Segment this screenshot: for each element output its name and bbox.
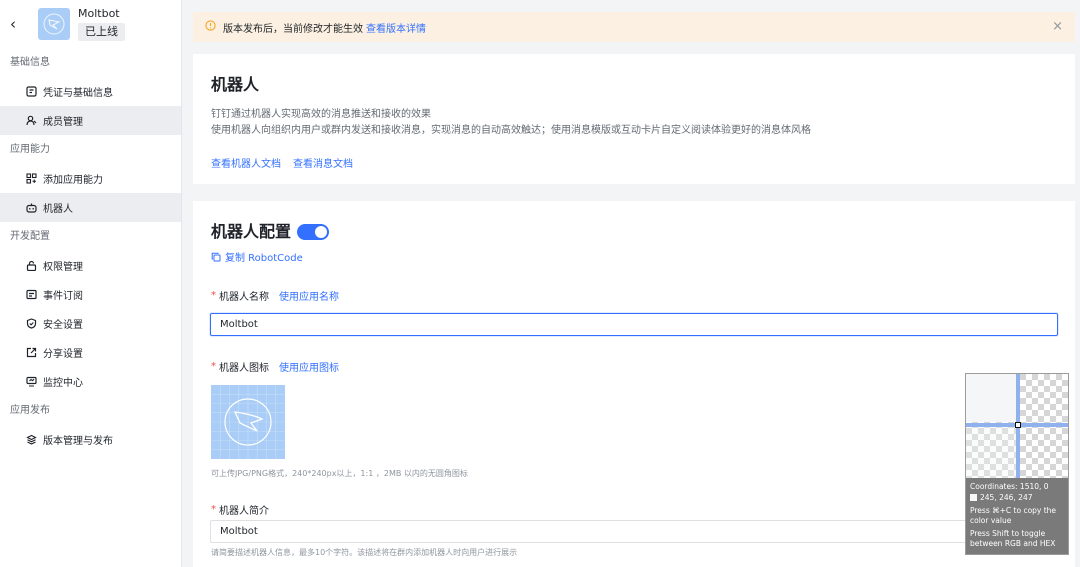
required-mark: *	[211, 290, 216, 301]
magnifier-sample-lower	[966, 426, 1018, 478]
picker-coordinates: Coordinates: 1510, 0	[970, 482, 1049, 491]
share-icon	[25, 347, 37, 359]
robot-name-label: 机器人名称	[219, 292, 269, 303]
app-name: Moltbot	[78, 7, 120, 20]
sidebar-item-label: 安全设置	[43, 320, 83, 331]
notice-text: 版本发布后，当前修改才能生效	[223, 23, 363, 35]
robot-name-label-row: * 机器人名称 使用应用名称	[211, 288, 339, 303]
sidebar-item-share[interactable]: 分享设置	[0, 338, 181, 367]
copy-icon	[211, 252, 221, 262]
sidebar-item-add-capability[interactable]: 添加应用能力	[0, 164, 181, 193]
robot-name-input[interactable]	[210, 313, 1058, 336]
sidebar-item-credentials[interactable]: 凭证与基础信息	[0, 77, 181, 106]
nav-section-dev: 开发配置	[10, 231, 50, 242]
robot-enable-toggle[interactable]	[297, 224, 330, 240]
robot-intro-input[interactable]	[210, 520, 1058, 543]
back-icon[interactable]: ‹	[10, 16, 26, 32]
sidebar-item-versions[interactable]: 版本管理与发布	[0, 425, 181, 454]
shield-icon	[25, 318, 37, 330]
nav-section-release: 应用发布	[10, 405, 50, 416]
app-header: ‹ Moltbot 已上线	[0, 0, 181, 48]
sidebar-item-permissions[interactable]: 权限管理	[0, 251, 181, 280]
member-icon	[25, 115, 37, 127]
color-swatch	[970, 494, 977, 501]
intro-desc-line-1: 钉钉通过机器人实现高效的消息推送和接收的效果	[211, 109, 431, 120]
sidebar-item-label: 成员管理	[43, 117, 83, 128]
monitor-icon	[25, 376, 37, 388]
nav-section-capabilities: 应用能力	[10, 144, 50, 155]
sidebar-item-security[interactable]: 安全设置	[0, 309, 181, 338]
sidebar-item-label: 事件订阅	[43, 291, 83, 302]
sidebar-item-monitor[interactable]: 监控中心	[0, 367, 181, 396]
robot-intro-label: 机器人简介	[219, 506, 269, 517]
robot-icon-label: 机器人图标	[219, 363, 269, 374]
message-docs-link[interactable]: 查看消息文档	[293, 155, 353, 170]
view-version-link[interactable]: 查看版本详情	[366, 20, 426, 35]
crosshair-center	[1015, 422, 1021, 428]
copy-label: 复制 RobotCode	[225, 253, 303, 264]
credential-icon	[25, 86, 37, 98]
robot-intro-card: 机器人 钉钉通过机器人实现高效的消息推送和接收的效果 使用机器人向组织内用户或群…	[193, 54, 1075, 184]
status-badge: 已上线	[78, 23, 125, 41]
robot-config-card: 机器人配置 复制 RobotCode * 机器人名称 使用应用名称 * 机器人图…	[193, 201, 1075, 567]
sidebar-item-events[interactable]: 事件订阅	[0, 280, 181, 309]
intro-description: 钉钉通过机器人实现高效的消息推送和接收的效果 使用机器人向组织内用户或群内发送和…	[211, 107, 1057, 139]
lock-icon	[25, 260, 37, 272]
page-title: 机器人	[211, 75, 260, 94]
sidebar-item-label: 版本管理与发布	[43, 436, 113, 447]
picker-info-panel: Coordinates: 1510, 0 245, 246, 247 Press…	[966, 478, 1068, 554]
sidebar-item-label: 凭证与基础信息	[43, 88, 113, 99]
notice-banner: 版本发布后，当前修改才能生效 查看版本详情 ×	[193, 12, 1075, 42]
picker-toggle-hint: Press Shift to toggle between RGB and HE…	[970, 529, 1056, 548]
intro-hint: 请简要描述机器人信息，最多10个字符。该描述将在群内添加机器人时向用户进行展示	[211, 548, 518, 557]
sidebar-item-label: 添加应用能力	[43, 175, 103, 186]
required-mark: *	[211, 504, 216, 515]
sidebar-item-label: 权限管理	[43, 262, 83, 273]
close-icon[interactable]: ×	[1052, 19, 1063, 34]
copy-robotcode-button[interactable]: 复制 RobotCode	[211, 249, 1057, 264]
sidebar-item-robot[interactable]: 机器人	[0, 193, 181, 222]
warning-icon	[205, 20, 216, 34]
picker-copy-hint: Press ⌘+C to copy the color value	[970, 506, 1057, 525]
picker-color-row: 245, 246, 247	[970, 493, 1066, 503]
sidebar: ‹ Moltbot 已上线 基础信息 凭证与基础信息 成员管理 应用能力 添加应…	[0, 0, 182, 567]
app-logo	[38, 8, 70, 40]
apps-icon	[25, 173, 37, 185]
use-app-icon-link[interactable]: 使用应用图标	[279, 359, 339, 374]
robot-icon	[25, 202, 37, 214]
icon-upload-hint: 可上传JPG/PNG格式，240*240px以上，1:1 ，2MB 以内的无圆角…	[211, 469, 468, 478]
sidebar-item-members[interactable]: 成员管理	[0, 106, 181, 135]
event-icon	[25, 289, 37, 301]
robot-icon-label-row: * 机器人图标 使用应用图标	[211, 359, 339, 374]
magnifier-sample	[966, 374, 1018, 422]
intro-desc-line-2: 使用机器人向组织内用户或群内发送和接收消息，实现消息的自动高效触达；使用消息模版…	[211, 125, 811, 136]
nav-section-basic: 基础信息	[10, 57, 50, 68]
picker-rgb: 245, 246, 247	[980, 493, 1033, 502]
robot-icon-upload[interactable]	[211, 385, 285, 459]
layers-icon	[25, 434, 37, 446]
robot-docs-link[interactable]: 查看机器人文档	[211, 155, 281, 170]
sidebar-item-label: 分享设置	[43, 349, 83, 360]
sidebar-item-label: 监控中心	[43, 378, 83, 389]
robot-intro-label-row: * 机器人简介	[211, 502, 269, 517]
sidebar-item-label: 机器人	[43, 204, 73, 215]
config-title: 机器人配置	[211, 222, 292, 241]
required-mark: *	[211, 361, 216, 372]
use-app-name-link[interactable]: 使用应用名称	[279, 288, 339, 303]
color-picker-magnifier: Coordinates: 1510, 0 245, 246, 247 Press…	[965, 373, 1069, 555]
